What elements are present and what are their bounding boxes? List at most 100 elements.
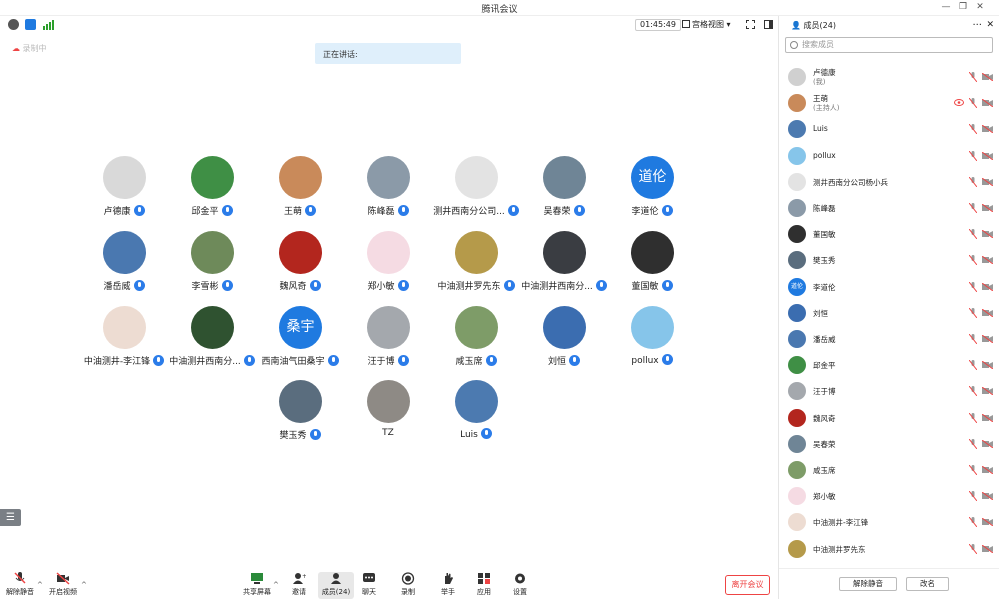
participant-tile[interactable]: 卢德康 — [80, 156, 168, 220]
member-row[interactable]: 咸玉席 — [779, 457, 999, 483]
muted-mic-icon[interactable] — [969, 438, 977, 449]
muted-mic-icon[interactable] — [969, 98, 977, 109]
video-off-icon[interactable] — [982, 439, 993, 448]
member-row[interactable]: 汪于博 — [779, 378, 999, 404]
screen-share-view-icon[interactable] — [954, 99, 964, 107]
participant-tile[interactable]: 吴春荣 — [520, 156, 608, 220]
participant-tile[interactable]: 中油测井西南分... — [168, 306, 256, 370]
muted-mic-icon[interactable] — [969, 334, 977, 344]
minimize-icon[interactable]: — — [939, 1, 953, 14]
video-off-icon[interactable] — [982, 361, 993, 370]
rename-button[interactable]: 改名 — [906, 577, 949, 591]
chat-list-icon[interactable]: ☰ — [0, 509, 21, 526]
member-row[interactable]: Luis — [779, 116, 999, 142]
video-off-icon[interactable] — [982, 125, 993, 134]
participant-tile[interactable]: pollux — [608, 306, 696, 370]
video-off-icon[interactable] — [982, 492, 993, 501]
muted-mic-icon[interactable] — [969, 72, 977, 82]
member-row[interactable]: 中油测井-李江锋 — [779, 509, 999, 535]
member-row[interactable]: 邱金平 — [779, 352, 999, 378]
participant-tile[interactable]: 董国敏 — [608, 231, 696, 295]
members-button[interactable]: 成员(24) — [318, 572, 354, 599]
video-off-icon[interactable] — [982, 230, 993, 239]
video-off-icon[interactable] — [982, 466, 993, 474]
participant-tile[interactable]: 李雪彬 — [168, 231, 256, 295]
muted-mic-icon[interactable] — [969, 412, 977, 423]
start-video-button[interactable]: 开启视频 — [45, 572, 81, 597]
fullscreen-icon[interactable] — [746, 20, 755, 29]
signal-icon[interactable] — [43, 19, 54, 30]
close-icon[interactable]: ✕ — [973, 1, 987, 14]
member-row[interactable]: 郑小敏 — [779, 483, 999, 509]
participant-tile[interactable]: 郑小敏 — [344, 231, 432, 295]
video-off-icon[interactable] — [982, 387, 993, 396]
participant-tile[interactable]: 樊玉秀 — [256, 380, 344, 444]
participant-tile[interactable]: 陈峰磊 — [344, 156, 432, 220]
video-off-icon[interactable] — [982, 256, 993, 265]
unmute-button[interactable]: 解除静音 — [2, 572, 38, 597]
video-off-icon[interactable] — [982, 73, 993, 81]
member-row[interactable]: 樊玉秀 — [779, 247, 999, 273]
participant-tile[interactable]: Luis — [432, 380, 520, 444]
muted-mic-icon[interactable] — [969, 517, 977, 528]
more-options-icon[interactable]: ··· — [972, 16, 982, 35]
video-off-icon[interactable] — [982, 518, 993, 527]
member-row[interactable]: 陈峰磊 — [779, 195, 999, 221]
participant-tile[interactable]: 王萌 — [256, 156, 344, 220]
muted-mic-icon[interactable] — [969, 229, 977, 240]
muted-mic-icon[interactable] — [969, 543, 977, 554]
participant-tile[interactable]: 刘恒 — [520, 306, 608, 370]
video-off-icon[interactable] — [982, 177, 993, 186]
muted-mic-icon[interactable] — [969, 307, 977, 318]
member-row[interactable]: 中油测井罗先东 — [779, 536, 999, 562]
record-button[interactable]: 录制 — [390, 572, 426, 597]
member-row[interactable]: 道伦 李道伦 — [779, 274, 999, 300]
search-members-input[interactable]: 搜索成员 — [785, 37, 993, 53]
participant-tile[interactable]: 中油测井罗先东 — [432, 231, 520, 295]
leave-meeting-button[interactable]: 离开会议 — [725, 575, 770, 595]
muted-mic-icon[interactable] — [969, 281, 977, 292]
muted-mic-icon[interactable] — [969, 386, 977, 397]
share-screen-button[interactable]: 共享屏幕 — [239, 572, 275, 597]
member-row[interactable]: 潘岳威 — [779, 326, 999, 352]
muted-mic-icon[interactable] — [969, 491, 977, 502]
participant-tile[interactable]: 中油测井-李江锋 — [80, 306, 168, 370]
participant-tile[interactable]: 咸玉席 — [432, 306, 520, 370]
member-row[interactable]: 魏风奇 — [779, 405, 999, 431]
participant-tile[interactable]: 道伦 李道伦 — [608, 156, 696, 220]
side-panel-icon[interactable] — [764, 20, 773, 29]
participant-tile[interactable]: 汪于博 — [344, 306, 432, 370]
participant-tile[interactable]: 测井西南分公司... — [432, 156, 520, 220]
participant-tile[interactable]: 潘岳威 — [80, 231, 168, 295]
muted-mic-icon[interactable] — [969, 203, 977, 213]
muted-mic-icon[interactable] — [969, 255, 977, 266]
muted-mic-icon[interactable] — [969, 150, 977, 161]
muted-mic-icon[interactable] — [969, 465, 977, 475]
member-row[interactable]: 刘恒 — [779, 300, 999, 326]
security-shield-icon[interactable] — [25, 19, 36, 30]
share-options-chevron-icon[interactable]: ^ — [273, 581, 279, 589]
member-row[interactable]: pollux — [779, 143, 999, 169]
invite-button[interactable]: + 邀请 — [281, 572, 317, 597]
restore-icon[interactable]: ❐ — [956, 1, 970, 14]
video-off-icon[interactable] — [982, 335, 993, 343]
settings-button[interactable]: 设置 — [502, 572, 538, 597]
raise-hand-button[interactable]: 举手 — [430, 572, 466, 597]
video-off-icon[interactable] — [982, 99, 993, 108]
apps-button[interactable]: 应用 — [466, 572, 502, 597]
close-panel-icon[interactable]: ✕ — [986, 16, 994, 35]
participant-tile[interactable]: 桑宇 西南油气田桑宇 — [256, 306, 344, 370]
video-off-icon[interactable] — [982, 204, 993, 212]
muted-mic-icon[interactable] — [969, 124, 977, 135]
participant-tile[interactable]: TZ — [344, 380, 432, 444]
video-off-icon[interactable] — [982, 282, 993, 291]
view-switch-button[interactable]: 宫格视图 ▾ — [682, 19, 731, 31]
member-row[interactable]: 吴春荣 — [779, 431, 999, 457]
video-off-icon[interactable] — [982, 151, 993, 160]
member-row[interactable]: 测井西南分公司杨小兵 — [779, 169, 999, 195]
muted-mic-icon[interactable] — [969, 176, 977, 187]
video-off-icon[interactable] — [982, 544, 993, 553]
video-options-chevron-icon[interactable]: ^ — [81, 581, 87, 589]
participant-tile[interactable]: 魏风奇 — [256, 231, 344, 295]
member-row[interactable]: 王萌 (主持人) — [779, 90, 999, 116]
